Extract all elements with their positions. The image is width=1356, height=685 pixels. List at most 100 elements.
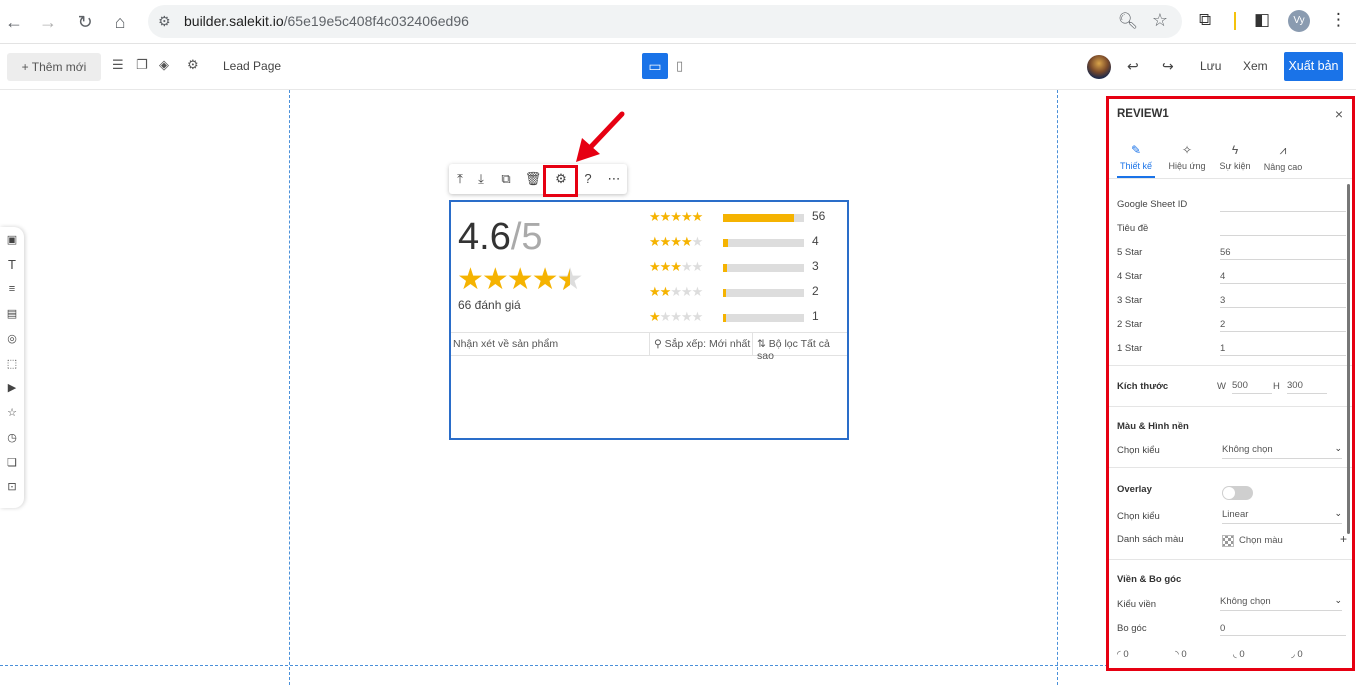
paragraph-tool-icon[interactable]: ≡ — [5, 282, 19, 296]
field-input[interactable]: 4 — [1220, 269, 1346, 284]
active-tab-indicator — [1117, 176, 1155, 178]
distribution-bar — [723, 214, 804, 222]
preview-button[interactable]: Xem — [1243, 59, 1268, 73]
radius-input[interactable]: 0 — [1220, 621, 1346, 636]
duplicate-icon[interactable]: ⧉ — [497, 171, 515, 187]
rating-distribution-row: ★★★★★ 4 — [649, 234, 839, 250]
width-input[interactable]: 500 — [1232, 380, 1272, 394]
image-tool-icon[interactable]: ▣ — [5, 233, 19, 247]
corner-bottom-right-input[interactable]: ◞ 0 — [1291, 649, 1303, 660]
add-new-button[interactable]: + Thêm mới — [7, 53, 101, 81]
color-swatch-icon[interactable] — [1222, 535, 1234, 547]
section-divider — [1109, 467, 1352, 468]
site-info-icon[interactable]: ⚙ — [158, 13, 171, 30]
toggle-knob — [1223, 487, 1235, 499]
field-label: 5 Star — [1117, 247, 1143, 258]
chevron-down-icon: ⌄ — [1334, 508, 1342, 518]
redo-icon[interactable]: ↪ — [1162, 58, 1174, 75]
shape-tool-icon[interactable]: ◎ — [5, 332, 19, 346]
extensions-icon[interactable]: ⧉ — [1199, 10, 1211, 30]
help-icon[interactable]: ? — [579, 171, 597, 187]
corner-top-right-input[interactable]: ◝ 0 — [1175, 649, 1187, 660]
red-arrow-annotation — [576, 111, 625, 162]
tab-effects[interactable]: ✧ Hiệu ứng — [1164, 143, 1210, 171]
field-input[interactable] — [1220, 197, 1346, 212]
field-input[interactable]: 56 — [1220, 245, 1346, 260]
box-tool-icon[interactable]: ⊡ — [5, 480, 19, 494]
move-up-icon[interactable]: ⤒ — [451, 171, 469, 187]
corner-top-left-input[interactable]: ◜ 0 — [1117, 649, 1129, 660]
choose-color-label[interactable]: Chọn màu — [1239, 535, 1283, 546]
distribution-bar — [723, 239, 804, 247]
sort-dropdown[interactable]: ⚲ Sắp xếp: Mới nhất — [649, 333, 750, 355]
sort-icon: ⇅ — [757, 338, 769, 350]
rating-score: 4.6/5 — [458, 216, 543, 258]
field-input[interactable] — [1220, 221, 1346, 236]
settings-icon[interactable]: ⚙ — [187, 57, 199, 73]
move-down-icon[interactable]: ⤓ — [472, 171, 490, 187]
star-filter-dropdown[interactable]: ⇅ Bộ lọc Tất cả sao — [752, 333, 847, 362]
forward-icon[interactable]: → — [37, 11, 59, 33]
pencil-icon: ✎ — [1130, 143, 1142, 157]
browser-chrome: ← → ↻ ⌂ ⚙ builder.salekit.io/65e19e5c408… — [0, 0, 1356, 44]
distribution-count: 1 — [812, 309, 819, 323]
zoom-icon[interactable]: 🔍︎ — [1118, 11, 1138, 31]
comments-label: Nhận xét về sản phẩm — [453, 338, 559, 350]
border-style-select[interactable]: Không chọn ⌄ — [1220, 595, 1342, 611]
video-tool-icon[interactable]: ▶ — [5, 381, 19, 395]
mobile-view-icon[interactable]: ▯ — [676, 58, 683, 74]
advanced-icon: ⩘ — [1279, 143, 1287, 157]
corner-bottom-left-input[interactable]: ◟ 0 — [1233, 649, 1245, 660]
radius-row: Bo góc 0 — [1117, 621, 1347, 639]
panel-tabs: ✎ Thiết kế ✧ Hiệu ứng ϟ Sự kiện ⩘ Nâng cao — [1109, 135, 1352, 179]
add-color-icon[interactable]: + — [1340, 532, 1347, 546]
field-input[interactable]: 2 — [1220, 317, 1346, 332]
field-input[interactable]: 1 — [1220, 341, 1346, 356]
height-input[interactable]: 300 — [1287, 380, 1327, 394]
page-name[interactable]: Lead Page — [223, 59, 281, 73]
review-widget[interactable]: 4.6/5 ★★★★★ ★ 66 đánh giá ★★★★★ 56 ★★★★★ 4 ★★… — [449, 200, 849, 440]
row-stars: ★★★★★ — [649, 259, 703, 274]
field-input[interactable]: 3 — [1220, 293, 1346, 308]
undo-icon[interactable]: ↩ — [1127, 58, 1139, 75]
address-bar[interactable]: ⚙ builder.salekit.io/65e19e5c408f4c03240… — [148, 5, 1182, 38]
overlay-style-select[interactable]: Linear ⌄ — [1222, 508, 1342, 524]
distribution-bar-fill — [723, 214, 794, 222]
field-label: 4 Star — [1117, 271, 1143, 282]
side-panel-icon[interactable]: ◧ — [1254, 10, 1270, 30]
close-icon[interactable]: × — [1335, 106, 1343, 122]
desktop-view-icon[interactable]: ▭ — [642, 53, 668, 79]
size-section-title: Kích thước — [1117, 381, 1169, 392]
publish-button[interactable]: Xuất bản — [1284, 52, 1343, 81]
delete-icon[interactable]: 🗑︎ — [524, 171, 542, 187]
bookmark-star-icon[interactable]: ☆ — [1152, 10, 1168, 31]
text-tool-icon[interactable]: T — [5, 258, 19, 272]
form-tool-icon[interactable]: ▤ — [5, 307, 19, 321]
home-icon[interactable]: ⌂ — [109, 11, 131, 33]
field-label: 3 Star — [1117, 295, 1143, 306]
sections-icon[interactable]: ☰ — [112, 57, 124, 73]
user-avatar[interactable] — [1087, 55, 1111, 79]
gallery-tool-icon[interactable]: ❏ — [5, 456, 19, 470]
tab-events[interactable]: ϟ Sự kiện — [1215, 143, 1255, 171]
countdown-tool-icon[interactable]: ◷ — [5, 431, 19, 445]
guide-line-bottom — [0, 665, 1108, 666]
settings-highlight-box — [543, 165, 578, 197]
overlay-toggle[interactable] — [1222, 486, 1253, 500]
more-options-icon[interactable]: ⋯ — [605, 171, 623, 187]
button-tool-icon[interactable]: ⬚ — [5, 357, 19, 371]
panel-scrollbar[interactable] — [1347, 184, 1350, 534]
element-toolbar: ⤒ ⤓ ⧉ 🗑︎ ⚙ ? ⋯ — [449, 164, 627, 194]
bg-style-select[interactable]: Không chọn ⌄ — [1222, 443, 1342, 459]
save-button[interactable]: Lưu — [1200, 59, 1221, 73]
pages-icon[interactable]: ❐ — [136, 57, 148, 73]
field-label: Tiêu đề — [1117, 223, 1149, 234]
reload-icon[interactable]: ↻ — [74, 11, 96, 33]
review-tool-icon[interactable]: ☆ — [5, 406, 19, 420]
tab-advanced[interactable]: ⩘ Nâng cao — [1260, 143, 1306, 172]
layers-icon[interactable]: ◈ — [159, 57, 169, 73]
browser-menu-icon[interactable]: ⋮ — [1330, 10, 1347, 30]
profile-avatar[interactable]: Vy — [1288, 10, 1310, 32]
tab-design[interactable]: ✎ Thiết kế — [1115, 143, 1157, 171]
back-icon[interactable]: ← — [3, 11, 25, 33]
